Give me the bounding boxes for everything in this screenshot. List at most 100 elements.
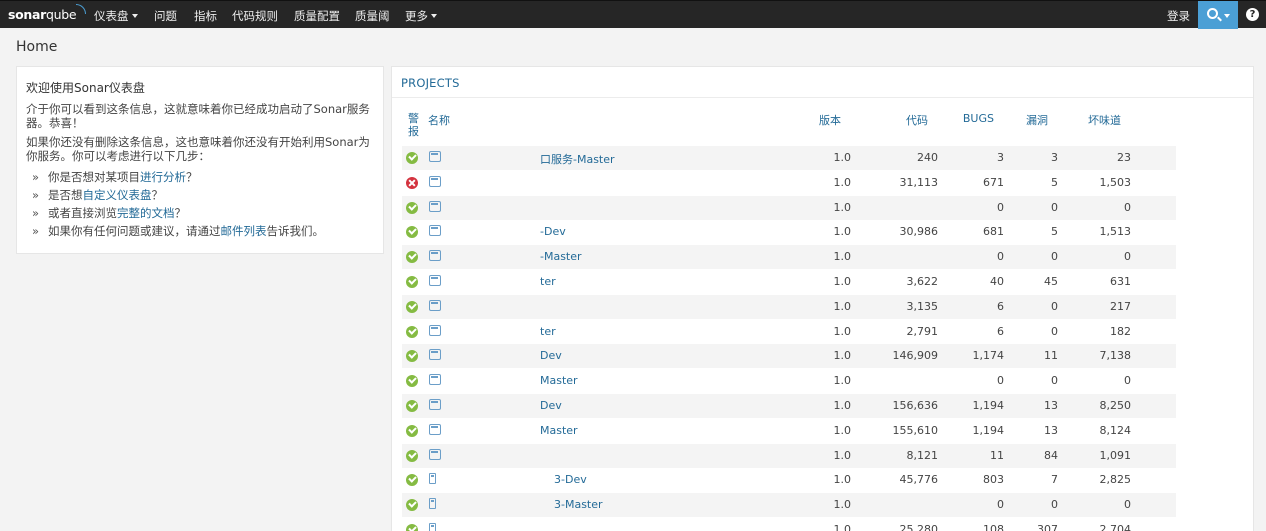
welcome-para-1: 介于你可以看到这条信息，这就意味着你已经成功启动了Sonar服务器。恭喜！ [26,102,370,130]
project-name-link[interactable]: 口服务-Master [540,151,615,167]
cell-version: 1.0 [833,448,852,462]
cell-bugs: 0 [997,498,1004,512]
table-row: -Dev 1.0 30,986 681 5 1,513 [402,220,1176,244]
project-name-link[interactable]: Dev [540,349,562,362]
chevron-down-icon [131,14,138,18]
cell-vulnerabilities: 5 [1051,175,1058,189]
col-header-code[interactable]: 代码 [872,112,928,128]
welcome-step: » 或者直接浏览完整的文档？ [32,206,186,220]
project-icon [429,151,441,162]
project-name-link[interactable]: Master [540,374,578,387]
logo-wave-icon [76,4,86,14]
cell-code: 146,909 [892,349,939,363]
cell-vulnerabilities: 13 [1044,399,1058,412]
cell-vulnerabilities: 0 [1051,374,1058,388]
cell-vulnerabilities: 0 [1051,299,1058,313]
logo-text-sub: qube [46,7,77,22]
cell-version: 1.0 [833,225,852,239]
quality-gate-passed-icon [406,499,418,512]
cell-code-smells: 2,704 [1099,523,1132,531]
table-row: -Master 1.0 0 0 0 [402,245,1176,270]
cell-code-smells: 1,503 [1099,175,1132,189]
login-link[interactable]: 登录 [1167,8,1190,24]
cell-bugs: 3 [997,151,1004,164]
nav-quality-profiles[interactable]: 质量配置 [294,8,340,24]
project-name-link[interactable]: Dev [540,399,562,412]
quality-gate-passed-icon [406,424,418,437]
cell-version: 1.0 [833,324,852,338]
cell-code: 8,121 [906,448,939,462]
cell-bugs: 671 [983,175,1004,189]
cell-code-smells: 217 [1110,299,1131,313]
cell-code: 2,791 [906,324,939,338]
nav-more[interactable]: 更多 [405,8,437,24]
project-icon [429,175,441,187]
quality-gate-passed-icon [406,375,418,388]
logo-text-main: sonar [8,7,47,22]
help-icon[interactable]: ? [1246,8,1259,21]
cell-bugs: 108 [983,523,1004,531]
cell-code-smells: 7,138 [1099,349,1132,363]
nav-issues[interactable]: 问题 [154,8,177,24]
cell-version: 1.0 [833,250,852,264]
nav-quality-gates[interactable]: 质量阈 [355,8,390,24]
cell-version: 1.0 [833,374,852,388]
cell-bugs: 0 [997,374,1004,388]
project-icon [429,349,441,361]
project-name-link[interactable]: Master [540,424,578,437]
search-icon [1207,8,1218,19]
table-row: 口服务-Master 1.0 240 3 3 23 [402,146,1176,170]
table-row: 1.0 31,113 671 5 1,503 [402,171,1176,195]
cell-version: 1.0 [833,423,852,437]
nav-rules[interactable]: 代码规则 [232,8,278,24]
documentation-link[interactable]: 完整的文档 [117,206,175,220]
welcome-title: 欢迎使用Sonar仪表盘 [26,81,145,95]
cell-code-smells: 0 [1124,498,1131,512]
cell-code: 30,986 [899,225,939,239]
search-button[interactable] [1198,1,1238,29]
project-name-link[interactable]: ter [540,325,556,338]
welcome-steps: » 你是否想对某项目进行分析？ » 是否想自定义仪表盘？ » 或者直接浏览完整的文档？… [26,168,374,240]
sonarqube-logo[interactable]: sonarqube [8,4,86,22]
quality-gate-passed-icon [406,251,418,264]
project-name-link[interactable]: -Master [540,250,582,263]
cell-code-smells: 0 [1124,250,1131,264]
project-name-link[interactable]: 3-Master [554,498,603,511]
nav-dashboard[interactable]: 仪表盘 [94,8,138,24]
cell-bugs: 6 [997,299,1004,313]
project-name-link[interactable]: 3-Dev [554,473,587,486]
cell-code: 3,622 [906,275,939,288]
welcome-step: » 你是否想对某项目进行分析？ [32,170,198,184]
cell-version: 1.0 [833,349,852,363]
cell-vulnerabilities: 307 [1037,523,1058,531]
col-header-bugs[interactable]: BUGS [942,112,994,125]
table-row: Dev 1.0 156,636 1,194 13 8,250 [402,394,1176,418]
col-header-code-smells[interactable]: 坏味道 [1062,112,1121,128]
cell-code-smells: 8,124 [1099,423,1132,437]
cell-version: 1.0 [833,299,852,313]
col-header-version[interactable]: 版本 [792,112,841,128]
cell-bugs: 11 [990,448,1004,462]
chevron-down-icon [431,14,437,18]
welcome-step: » 是否想自定义仪表盘？ [32,188,163,202]
col-header-name[interactable]: 名称 [428,112,450,128]
mailing-list-link[interactable]: 邮件列表 [221,224,267,238]
quality-gate-passed-icon [406,474,418,487]
col-header-alert[interactable]: 警报 [408,112,419,138]
project-name-link[interactable]: ter [540,275,556,288]
customize-dashboard-link[interactable]: 自定义仪表盘 [83,188,152,202]
cell-bugs: 0 [997,250,1004,264]
quality-gate-passed-icon [406,152,418,164]
col-header-vulnerabilities[interactable]: 漏洞 [1002,112,1048,128]
table-row: Master 1.0 155,610 1,194 13 8,124 [402,419,1176,443]
run-analysis-link[interactable]: 进行分析 [140,170,186,184]
cell-vulnerabilities: 11 [1044,349,1058,363]
project-icon [429,374,441,386]
project-icon [429,225,441,237]
project-name-link[interactable]: -Dev [540,225,566,238]
cell-vulnerabilities: 0 [1051,324,1058,338]
quality-gate-passed-icon [406,350,418,363]
nav-measures[interactable]: 指标 [194,8,217,24]
table-row: 3-Dev 1.0 45,776 803 7 2,825 [402,468,1176,492]
cell-bugs: 1,174 [972,349,1005,363]
